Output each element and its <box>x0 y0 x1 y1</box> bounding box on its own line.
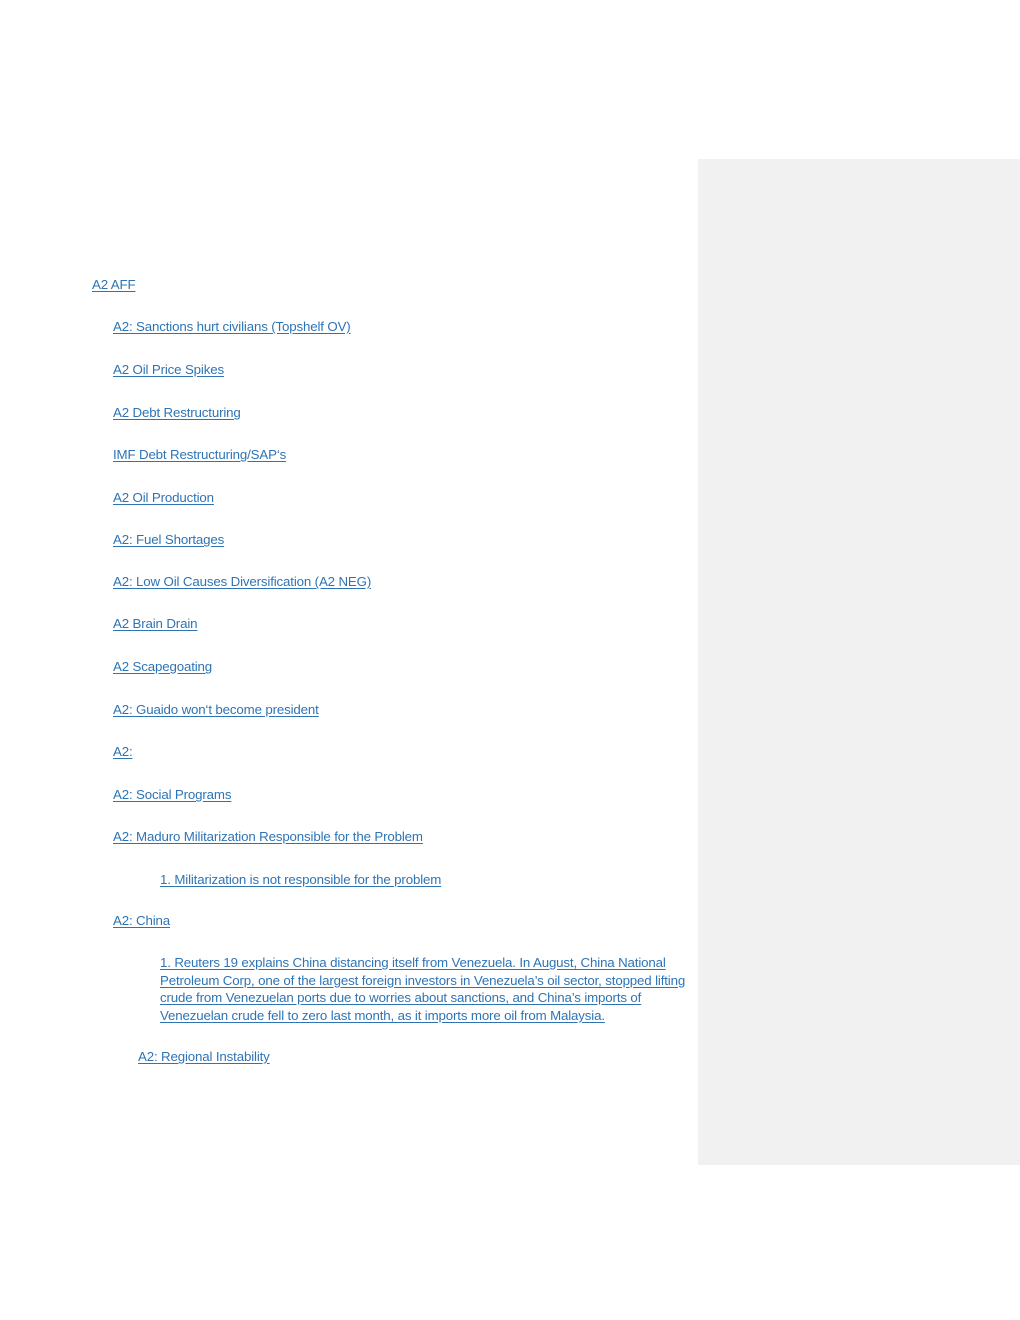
toc-link[interactable]: A2: Guaido won‘t become president <box>113 701 319 718</box>
toc-link[interactable]: A2: China <box>113 912 170 929</box>
toc-link[interactable]: A2 Brain Drain <box>113 615 198 632</box>
toc-link[interactable]: A2: Fuel Shortages <box>113 531 224 548</box>
toc-link[interactable]: A2: <box>113 743 133 760</box>
toc-link[interactable]: IMF Debt Restructuring/SAP‘s <box>113 446 286 463</box>
toc-link[interactable]: 1. Militarization is not responsible for… <box>160 871 441 888</box>
toc-link[interactable]: A2 Scapegoating <box>113 658 212 675</box>
document-body: A2 AFF A2: Sanctions hurt civilians (Tops… <box>0 0 700 1320</box>
toc-link[interactable]: A2: Low Oil Causes Diversification (A2 N… <box>113 573 371 590</box>
toc-link[interactable]: A2 Debt Restructuring <box>113 404 241 421</box>
card-paragraph-china[interactable]: 1. Reuters 19 explains China distancing … <box>160 954 687 1024</box>
toc-link[interactable]: A2: Maduro Militarization Responsible fo… <box>113 828 423 845</box>
toc-link[interactable]: A2: Social Programs <box>113 786 232 803</box>
right-margin-panel <box>698 159 1020 1165</box>
toc-link[interactable]: A2: Regional Instability <box>138 1048 270 1065</box>
toc-link[interactable]: A2 Oil Price Spikes <box>113 361 224 378</box>
toc-link[interactable]: A2: Sanctions hurt civilians (Topshelf O… <box>113 318 351 335</box>
toc-link[interactable]: A2 Oil Production <box>113 489 214 506</box>
toc-link[interactable]: A2 AFF <box>92 276 136 293</box>
